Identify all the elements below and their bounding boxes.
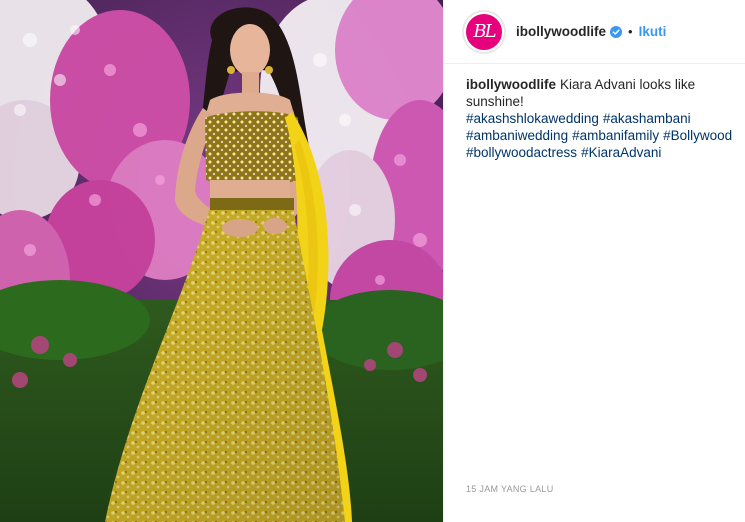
post-side-panel: BL ibollywoodlife • Ikuti ibollywoodlife… (443, 0, 745, 522)
hashtag-link[interactable]: #ambanifamily (572, 128, 659, 143)
caption-username[interactable]: ibollywoodlife (466, 77, 556, 92)
avatar[interactable]: BL (464, 11, 504, 52)
username-link[interactable]: ibollywoodlife (516, 24, 606, 39)
hashtag-link[interactable]: #akashshlokawedding (466, 111, 599, 126)
verified-badge-icon (610, 25, 622, 38)
hashtag-link[interactable]: #Bollywood (663, 128, 732, 143)
instagram-post: BL ibollywoodlife • Ikuti ibollywoodlife… (0, 0, 745, 522)
hashtag-link[interactable]: #ambaniwedding (466, 128, 568, 143)
post-header: BL ibollywoodlife • Ikuti (444, 0, 745, 64)
avatar-ring[interactable]: BL (462, 9, 506, 54)
hashtag-link[interactable]: #akashambani (603, 111, 691, 126)
separator-dot: • (628, 24, 633, 39)
hashtag-link[interactable]: #bollywoodactress (466, 145, 577, 160)
hashtag-list: #akashshlokawedding #akashambani #ambaniw… (466, 110, 732, 161)
post-timestamp[interactable]: 15 JAM YANG LALU (466, 484, 554, 494)
post-photo (0, 0, 443, 522)
post-caption: ibollywoodlife Kiara Advani looks like su… (444, 64, 745, 161)
post-image[interactable] (0, 0, 443, 522)
hashtag-link[interactable]: #KiaraAdvani (581, 145, 661, 160)
follow-button[interactable]: Ikuti (639, 24, 667, 39)
